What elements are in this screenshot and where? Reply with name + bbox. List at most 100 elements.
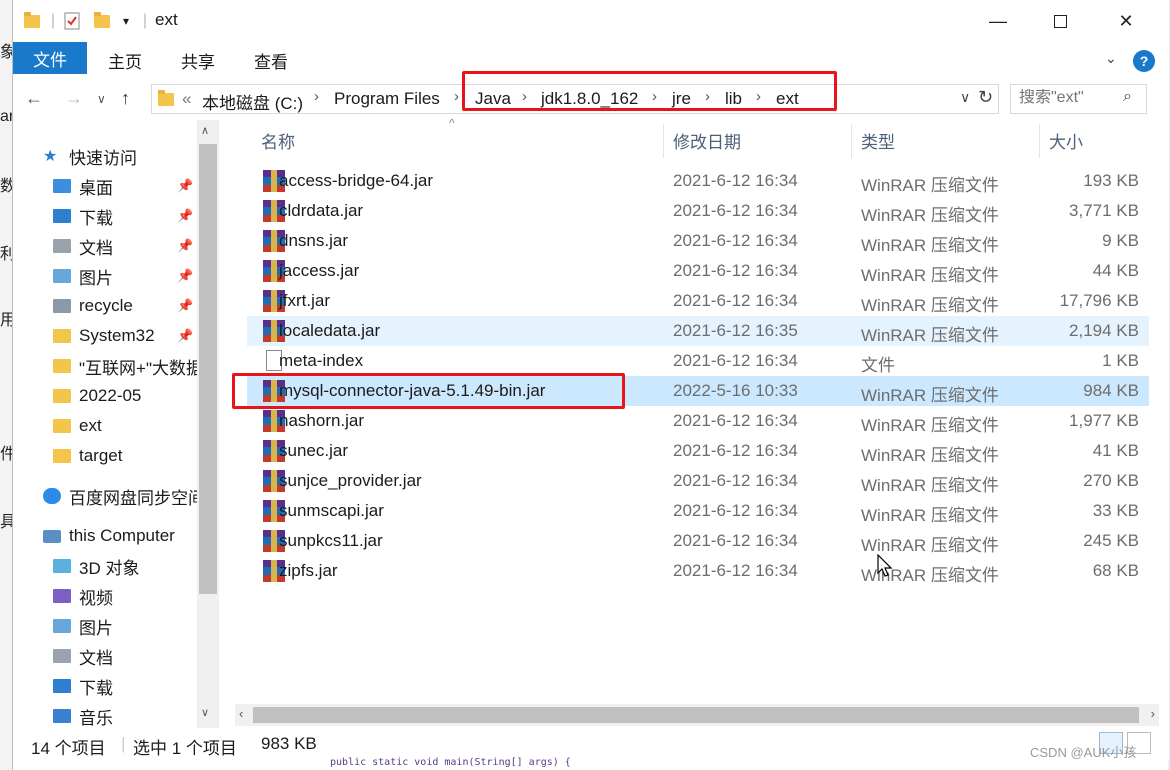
file-type: WinRAR 压缩文件 [861, 236, 999, 255]
file-row[interactable]: dnsns.jar 2021-6-12 16:34 WinRAR 压缩文件 9 KB [247, 226, 1149, 256]
scrollbar-thumb[interactable] [199, 144, 217, 594]
sidebar-item[interactable]: this Computer [43, 522, 175, 550]
pin-icon[interactable]: 📌 [177, 268, 193, 284]
sidebar-item[interactable]: 音乐 [53, 702, 113, 730]
file-row[interactable]: sunmscapi.jar 2021-6-12 16:34 WinRAR 压缩文件 3… [247, 496, 1149, 526]
file-type: WinRAR 压缩文件 [861, 296, 999, 315]
up-button[interactable]: ↑ [121, 88, 130, 109]
sidebar-item[interactable]: 视频 [53, 582, 113, 610]
file-row[interactable]: jfxrt.jar 2021-6-12 16:34 WinRAR 压缩文件 17,79… [247, 286, 1149, 316]
file-size: 984 KB [1083, 381, 1139, 400]
properties-icon[interactable] [61, 10, 83, 32]
minimize-icon[interactable]: — [975, 0, 1021, 42]
file-date: 2021-6-12 16:34 [673, 351, 798, 370]
pin-icon[interactable]: 📌 [177, 178, 193, 194]
sidebar-item[interactable]: recycle [53, 292, 133, 320]
forward-button[interactable]: → [65, 88, 83, 109]
tab-view[interactable]: 查看 [254, 48, 288, 73]
sidebar-item[interactable]: 文档 [53, 232, 113, 260]
expand-ribbon-icon[interactable]: ⌄ [1105, 50, 1117, 67]
breadcrumb-program-files[interactable]: Program Files [334, 89, 440, 109]
maximize-icon[interactable] [1037, 0, 1083, 42]
horizontal-scrollbar[interactable]: ‹ › [235, 704, 1159, 726]
file-size: 1,977 KB [1069, 411, 1139, 430]
background-window-strip: 象 ar 数 利 用 件 具 [0, 0, 16, 770]
tab-share[interactable]: 共享 [181, 48, 215, 73]
sidebar-item[interactable]: 下载 [53, 672, 113, 700]
sidebar-item[interactable]: 图片 [53, 262, 113, 290]
file-row[interactable]: nashorn.jar 2021-6-12 16:34 WinRAR 压缩文件 1,9… [247, 406, 1149, 436]
search-input[interactable] [1019, 89, 1119, 107]
column-divider[interactable] [663, 124, 664, 158]
column-divider[interactable] [851, 124, 852, 158]
file-size: 1 KB [1102, 351, 1139, 370]
tab-home[interactable]: 主页 [108, 48, 142, 73]
file-row[interactable]: localedata.jar 2021-6-12 16:35 WinRAR 压缩文件… [247, 316, 1149, 346]
file-name: sunmscapi.jar [279, 501, 384, 520]
sidebar-item[interactable]: 下载 [53, 202, 113, 230]
file-row[interactable]: access-bridge-64.jar 2021-6-12 16:34 WinRA… [247, 166, 1149, 196]
sidebar-scrollbar[interactable]: ∧ ∨ [197, 120, 219, 728]
column-header-date[interactable]: 修改日期 [673, 128, 741, 153]
sidebar-item[interactable]: ★ 快速访问 [43, 142, 137, 170]
chevron-right-icon[interactable]: › [314, 88, 319, 105]
new-folder-icon[interactable] [91, 10, 113, 32]
videos-folder-icon [53, 589, 71, 603]
sidebar-item[interactable]: System32 [53, 322, 155, 350]
recent-locations-icon[interactable]: ∨ [97, 92, 106, 106]
address-dropdown-icon[interactable]: ∨ [960, 89, 970, 106]
pin-icon[interactable]: 📌 [177, 208, 193, 224]
pin-icon[interactable]: 📌 [177, 298, 193, 314]
column-header-size[interactable]: 大小 [1049, 128, 1083, 153]
column-header-type[interactable]: 类型 [861, 128, 895, 153]
file-row[interactable]: sunpkcs11.jar 2021-6-12 16:34 WinRAR 压缩文件 2… [247, 526, 1149, 556]
file-row[interactable]: jaccess.jar 2021-6-12 16:34 WinRAR 压缩文件 44 … [247, 256, 1149, 286]
search-box[interactable]: ⌕ [1010, 84, 1147, 114]
search-icon[interactable]: ⌕ [1123, 88, 1132, 106]
sidebar-item[interactable]: 3D 对象 [53, 552, 139, 580]
breadcrumb-overflow[interactable]: « [182, 89, 191, 109]
sidebar-item[interactable]: target [53, 442, 122, 470]
sidebar-item[interactable]: 百度网盘同步空间 [43, 482, 205, 510]
column-header-name[interactable]: 名称 [261, 128, 295, 153]
annotation-highlight-file [232, 373, 625, 409]
file-row[interactable]: zipfs.jar 2021-6-12 16:34 WinRAR 压缩文件 68 KB [247, 556, 1149, 586]
file-date: 2021-6-12 16:34 [673, 261, 798, 280]
chevron-right-icon[interactable]: › [454, 88, 459, 105]
file-row[interactable]: cldrdata.jar 2021-6-12 16:34 WinRAR 压缩文件 3,… [247, 196, 1149, 226]
pin-icon[interactable]: 📌 [177, 328, 193, 344]
sidebar-item[interactable]: 文档 [53, 642, 113, 670]
sidebar-item-label: ext [79, 416, 102, 435]
pin-icon[interactable]: 📌 [177, 238, 193, 254]
sidebar-item[interactable]: 图片 [53, 612, 113, 640]
music-folder-icon [53, 709, 71, 723]
help-icon[interactable]: ? [1133, 50, 1155, 72]
file-size: 9 KB [1102, 231, 1139, 250]
sidebar-item-label: 3D 对象 [79, 558, 140, 578]
folder-icon [53, 329, 71, 343]
status-bar: 14 个项目 | 选中 1 个项目 983 KB [13, 728, 1169, 760]
star-icon: ★ [43, 148, 58, 165]
file-row[interactable]: sunec.jar 2021-6-12 16:34 WinRAR 压缩文件 41 KB [247, 436, 1149, 466]
sidebar-item[interactable]: "互联网+"大数据 [53, 352, 203, 380]
back-button[interactable]: ← [25, 88, 43, 109]
scrollbar-thumb[interactable] [253, 707, 1139, 723]
refresh-icon[interactable]: ↻ [978, 87, 993, 108]
customize-quick-access-icon[interactable]: ▾ [117, 10, 135, 32]
sidebar-item[interactable]: ext [53, 412, 102, 440]
file-row[interactable]: sunjce_provider.jar 2021-6-12 16:34 WinRAR… [247, 466, 1149, 496]
file-type: WinRAR 压缩文件 [861, 506, 999, 525]
sidebar-item[interactable]: 2022-05 [53, 382, 141, 410]
column-divider[interactable] [1039, 124, 1040, 158]
scroll-left-icon[interactable]: ‹ [239, 706, 243, 721]
tab-file[interactable]: 文件 [13, 42, 87, 74]
breadcrumb-local-disk[interactable]: 本地磁盘 (C:) [202, 89, 303, 114]
scroll-right-icon[interactable]: › [1151, 706, 1155, 721]
scroll-up-icon[interactable]: ∧ [201, 124, 209, 137]
scroll-down-icon[interactable]: ∨ [201, 706, 209, 719]
file-size: 3,771 KB [1069, 201, 1139, 220]
file-name: jfxrt.jar [279, 291, 330, 310]
sidebar-item[interactable]: 桌面 [53, 172, 113, 200]
close-icon[interactable]: ✕ [1103, 0, 1149, 42]
file-row[interactable]: meta-index 2021-6-12 16:34 文件 1 KB [247, 346, 1149, 376]
